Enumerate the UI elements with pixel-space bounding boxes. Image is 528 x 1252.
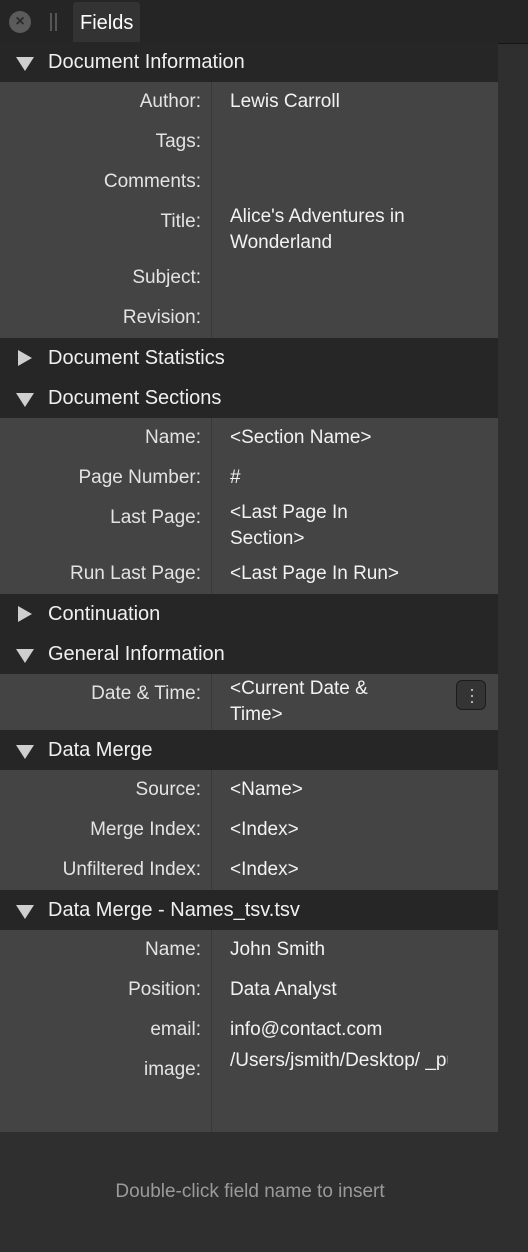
field-value-merge-index: <Index> — [230, 819, 299, 840]
field-value-position: Data Analyst — [230, 979, 337, 1000]
disclosure-expanded-icon[interactable] — [16, 378, 34, 418]
field-label-page-number[interactable]: Page Number: — [0, 465, 201, 491]
field-row-date-time[interactable]: Date & Time: <Current Date & Time> — [0, 674, 498, 730]
disclosure-expanded-icon[interactable] — [16, 42, 34, 82]
field-label-title[interactable]: Title: — [0, 209, 201, 235]
field-row-tags[interactable]: Tags: — [0, 122, 498, 162]
field-row-position[interactable]: Position: Data Analyst — [0, 970, 498, 1010]
section-header-document-information[interactable]: Document Information — [0, 42, 498, 82]
field-row-comments[interactable]: Comments: — [0, 162, 498, 202]
field-value-date-time: <Current Date & Time> — [230, 678, 368, 725]
section-body-data-merge-names: Name: John Smith Position: Data Analyst … — [0, 930, 498, 1132]
section-header-continuation[interactable]: Continuation — [0, 594, 498, 634]
section-title: Document Statistics — [48, 347, 225, 369]
section-body-data-merge: Source: <Name> Merge Index: <Index> Unfi… — [0, 770, 498, 890]
section-header-data-merge[interactable]: Data Merge — [0, 730, 498, 770]
field-value-image: /Users/jsmith/Desktop/ _publisher/dataMe… — [230, 1050, 448, 1071]
field-label-run-last-page[interactable]: Run Last Page: — [0, 561, 201, 587]
section-title: Document Information — [48, 51, 245, 73]
field-row-section-name[interactable]: Name: <Section Name> — [0, 418, 498, 458]
section-header-general-information[interactable]: General Information — [0, 634, 498, 674]
section-header-document-statistics[interactable]: Document Statistics — [0, 338, 498, 378]
section-body-general-information: Date & Time: <Current Date & Time> — [0, 674, 498, 730]
field-row-source[interactable]: Source: <Name> — [0, 770, 498, 810]
field-row-image[interactable]: image: /Users/jsmith/Desktop/ _publisher… — [0, 1050, 498, 1132]
field-row-email[interactable]: email: info@contact.com — [0, 1010, 498, 1050]
section-title: General Information — [48, 643, 225, 665]
field-label-unfiltered-index[interactable]: Unfiltered Index: — [0, 857, 201, 883]
section-title: Data Merge - Names_tsv.tsv — [48, 899, 300, 921]
field-row-author[interactable]: Author: Lewis Carroll — [0, 82, 498, 122]
field-label-image[interactable]: image: — [0, 1057, 201, 1083]
field-label-source[interactable]: Source: — [0, 777, 201, 803]
field-row-unfiltered-index[interactable]: Unfiltered Index: <Index> — [0, 850, 498, 890]
tab-fields[interactable]: Fields — [73, 2, 141, 44]
field-label-date-time[interactable]: Date & Time: — [0, 681, 201, 707]
field-label-last-page[interactable]: Last Page: — [0, 505, 201, 531]
field-row-title[interactable]: Title: Alice's Adventures in Wonderland — [0, 202, 498, 258]
field-row-subject[interactable]: Subject: — [0, 258, 498, 298]
field-label-position[interactable]: Position: — [0, 977, 201, 1003]
field-value-title: Alice's Adventures in Wonderland — [230, 206, 405, 253]
field-label-subject[interactable]: Subject: — [0, 265, 201, 291]
section-body-document-sections: Name: <Section Name> Page Number: # Last… — [0, 418, 498, 594]
more-options-button[interactable] — [456, 680, 486, 710]
field-label-email[interactable]: email: — [0, 1017, 201, 1043]
field-row-merge-index[interactable]: Merge Index: <Index> — [0, 810, 498, 850]
field-value-run-last-page: <Last Page In Run> — [230, 563, 400, 584]
disclosure-collapsed-icon[interactable] — [16, 338, 34, 378]
disclosure-expanded-icon[interactable] — [16, 890, 34, 930]
field-label-comments[interactable]: Comments: — [0, 169, 201, 195]
field-label-revision[interactable]: Revision: — [0, 305, 201, 331]
field-value-unfiltered-index: <Index> — [230, 859, 299, 880]
section-header-document-sections[interactable]: Document Sections — [0, 378, 498, 418]
disclosure-expanded-icon[interactable] — [16, 730, 34, 770]
field-value-author: Lewis Carroll — [230, 91, 340, 112]
disclosure-collapsed-icon[interactable] — [16, 594, 34, 634]
field-value-merge-name: John Smith — [230, 939, 326, 960]
field-row-revision[interactable]: Revision: — [0, 298, 498, 338]
field-row-last-page[interactable]: Last Page: <Last Page In Section> — [0, 498, 498, 554]
field-label-author[interactable]: Author: — [0, 89, 201, 115]
field-label-merge-index[interactable]: Merge Index: — [0, 817, 201, 843]
close-icon[interactable]: × — [9, 11, 31, 33]
field-label-tags[interactable]: Tags: — [0, 129, 201, 155]
section-title: Data Merge — [48, 739, 153, 761]
disclosure-expanded-icon[interactable] — [16, 634, 34, 674]
field-value-page-number: # — [230, 467, 241, 488]
fields-panel: Document Information Author: Lewis Carro… — [0, 42, 498, 1132]
field-label-merge-name[interactable]: Name: — [0, 937, 201, 963]
section-body-document-information: Author: Lewis Carroll Tags: Comments: Ti… — [0, 82, 498, 338]
field-value-section-name: <Section Name> — [230, 427, 372, 448]
section-title: Document Sections — [48, 387, 222, 409]
section-title: Continuation — [48, 603, 161, 625]
panel-tab-bar: × Fields — [0, 0, 528, 44]
drag-grip-icon[interactable] — [50, 13, 58, 31]
insert-hint: Double-click field name to insert — [115, 1181, 385, 1202]
field-value-source: <Name> — [230, 779, 303, 800]
field-row-merge-name[interactable]: Name: John Smith — [0, 930, 498, 970]
section-header-data-merge-names[interactable]: Data Merge - Names_tsv.tsv — [0, 890, 498, 930]
field-label-section-name[interactable]: Name: — [0, 425, 201, 451]
field-row-page-number[interactable]: Page Number: # — [0, 458, 498, 498]
field-value-email: info@contact.com — [230, 1019, 383, 1040]
field-value-last-page: <Last Page In Section> — [230, 502, 348, 549]
field-row-run-last-page[interactable]: Run Last Page: <Last Page In Run> — [0, 554, 498, 594]
